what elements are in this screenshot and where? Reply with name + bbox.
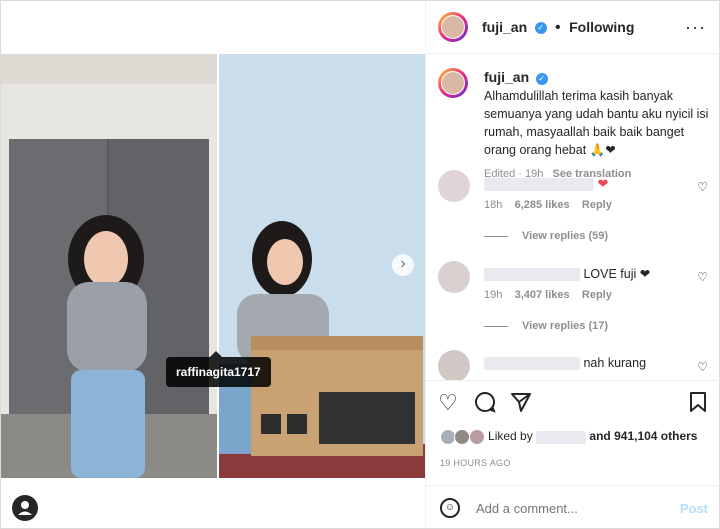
verified-icon: ✓ bbox=[535, 72, 548, 85]
more-icon[interactable]: ··· bbox=[685, 17, 706, 38]
comment-text: nah kurang bbox=[583, 356, 647, 370]
author-username[interactable]: fuji_an bbox=[482, 19, 527, 35]
liker-avatar[interactable] bbox=[454, 429, 471, 445]
view-replies-button[interactable]: View replies (59) bbox=[484, 230, 608, 242]
following-button[interactable]: Following bbox=[569, 19, 634, 35]
post-header: fuji_an ✓ • Following ··· bbox=[426, 1, 720, 54]
caption-avatar[interactable] bbox=[438, 68, 468, 98]
user-tag-label[interactable]: raffinagita1717 bbox=[166, 351, 271, 387]
author-avatar[interactable] bbox=[438, 12, 468, 42]
comment-avatar[interactable] bbox=[438, 261, 470, 293]
comment-likes[interactable]: 3,407 likes bbox=[515, 289, 570, 301]
chevron-right-icon: › bbox=[400, 255, 406, 272]
bookmark-icon[interactable] bbox=[688, 391, 708, 418]
likes-count[interactable]: and 941,104 others bbox=[589, 429, 697, 443]
comment-text: ❤ bbox=[597, 176, 609, 191]
post-time[interactable]: 19 HOURS AGO bbox=[440, 458, 511, 468]
reply-button[interactable]: Reply bbox=[582, 289, 612, 301]
heart-icon[interactable]: ♡ bbox=[697, 360, 708, 374]
emoji-icon[interactable]: ☺ bbox=[440, 498, 460, 518]
comment-likes[interactable]: 6,285 likes bbox=[515, 199, 570, 211]
blurred-username[interactable] bbox=[536, 430, 587, 444]
comment-text: LOVE fuji ❤ bbox=[583, 267, 651, 281]
comment-time: 19h bbox=[484, 289, 503, 301]
view-replies-button[interactable]: View replies (17) bbox=[484, 320, 608, 332]
reply-button[interactable]: Reply bbox=[582, 199, 612, 211]
comment-avatar[interactable] bbox=[438, 350, 470, 380]
share-icon[interactable] bbox=[510, 391, 532, 418]
separator: • bbox=[555, 19, 561, 36]
comment-icon[interactable] bbox=[474, 391, 496, 418]
post-button[interactable]: Post bbox=[680, 501, 708, 516]
caption: fuji_an ✓ Alhamdulillah terima kasih ban… bbox=[484, 68, 709, 183]
post-media: › raffinagita1717 bbox=[1, 1, 425, 528]
blurred-username bbox=[484, 178, 594, 192]
comments-scroll[interactable]: fuji_an ✓ Alhamdulillah terima kasih ban… bbox=[426, 54, 720, 380]
heart-icon[interactable]: ♡ bbox=[697, 270, 708, 284]
post-sidebar: fuji_an ✓ • Following ··· fuji_an ✓ Alha… bbox=[425, 1, 720, 528]
caption-text: Alhamdulillah terima kasih banyak semuan… bbox=[484, 89, 709, 157]
heart-icon[interactable]: ♡ bbox=[697, 180, 708, 194]
liked-by: Liked by and 941,104 others bbox=[440, 429, 697, 445]
photo-refrigerator bbox=[1, 54, 217, 478]
comment-input[interactable] bbox=[474, 494, 668, 522]
blurred-username bbox=[484, 268, 580, 282]
comment-avatar[interactable] bbox=[438, 170, 470, 202]
add-comment-row: ☺ Post bbox=[426, 485, 720, 529]
liked-by-prefix: Liked by bbox=[488, 429, 533, 444]
comment-time: 18h bbox=[484, 199, 503, 211]
user-tag-icon[interactable] bbox=[12, 495, 38, 521]
caption-username[interactable]: fuji_an bbox=[484, 69, 529, 85]
action-bar: ♡ bbox=[426, 380, 720, 427]
verified-icon: ✓ bbox=[534, 21, 547, 34]
liker-avatar[interactable] bbox=[468, 429, 485, 445]
next-photo-button[interactable]: › bbox=[392, 254, 414, 276]
blurred-username bbox=[484, 357, 580, 371]
heart-icon[interactable]: ♡ bbox=[438, 391, 458, 415]
